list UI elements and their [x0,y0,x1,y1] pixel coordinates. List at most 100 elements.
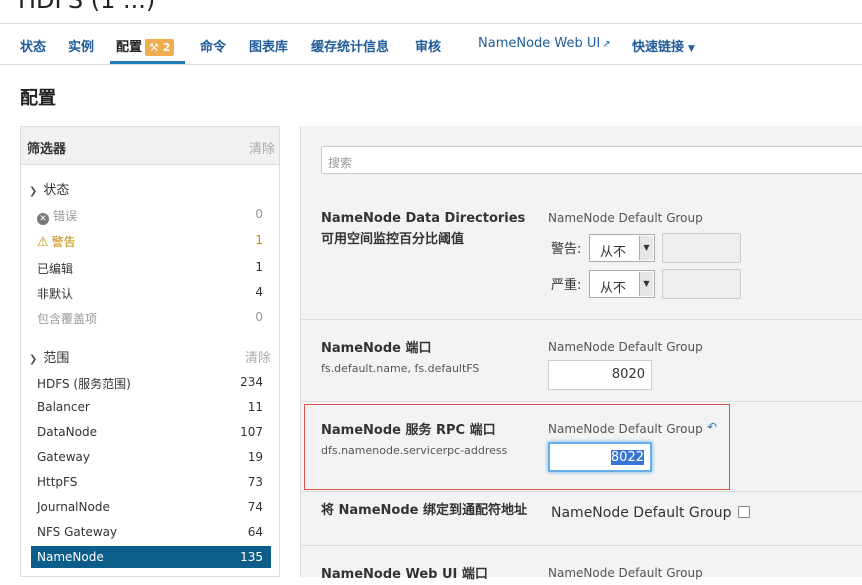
filter-label: HttpFS [37,475,78,489]
clear-filters-link[interactable]: 清除 [249,138,275,157]
config-group: NameNode Default Group [548,340,703,354]
filter-status-warning[interactable]: ⚠ 警告 1 [31,229,271,251]
tab-chart-library[interactable]: 图表库 [249,36,288,55]
config-row-bind-wildcard: 将 NameNode 绑定到通配符地址 NameNode Default Gro… [301,491,862,545]
filter-scope-namenode[interactable]: NameNode 135 [31,546,271,568]
scope-heading-label: 范围 [43,351,70,366]
tab-cache-statistics[interactable]: 缓存统计信息 [311,36,389,55]
config-name: 将 NameNode 绑定到通配符地址 [321,503,528,518]
page-title: 配置 [20,88,56,109]
filter-label: 非默认 [37,287,74,301]
filter-label: DataNode [37,425,97,439]
warning-level-select[interactable]: 从不 ▼ [589,234,655,262]
config-row-web-ui-port: NameNode Web UI 端口 NameNode Default Grou… [301,545,862,585]
clear-scope-link[interactable]: 清除 [245,347,271,366]
search-placeholder: 搜索 [328,156,353,170]
warning-icon: ⚠ [37,235,49,250]
filter-scope-gateway[interactable]: Gateway 19 [31,446,271,468]
warning-level-value: 从不 [600,245,627,260]
critical-level-select[interactable]: 从不 ▼ [589,270,655,298]
config-group: NameNode Default Group [548,211,703,225]
filter-scope-hdfs[interactable]: HDFS (服务范围) 234 [31,371,271,393]
active-tab-indicator [110,61,185,64]
config-key: fs.default.name, fs.defaultFS [321,362,480,375]
filter-scope-balancer[interactable]: Balancer 11 [31,396,271,418]
config-group: NameNode Default Group [548,566,703,580]
config-panel: 搜索 NameNode Data Directories 可用空间监控百分比阈值… [300,126,862,582]
config-group: NameNode Default Group [551,505,732,521]
tab-instances[interactable]: 实例 [68,36,94,55]
filter-scope-datanode[interactable]: DataNode 107 [31,421,271,443]
tab-status[interactable]: 状态 [20,36,46,55]
dropdown-arrow-icon: ▼ [639,272,653,296]
tab-configuration-label: 配置 [116,40,143,55]
filter-count: 74 [247,500,263,514]
filter-status-edited[interactable]: 已编辑 1 [31,256,271,278]
bind-wildcard-checkbox[interactable] [737,506,750,518]
filter-label: Balancer [37,400,90,414]
config-issues-badge: ⚒ 2 [145,39,175,56]
warning-threshold-input[interactable] [662,233,741,263]
dropdown-arrow-icon: ▼ [639,236,653,260]
scope-section-heading[interactable]: ❯ 范围 [29,347,69,366]
config-issues-count: 2 [162,41,171,54]
search-input[interactable]: 搜索 [321,146,862,174]
config-group-with-checkbox: NameNode Default Group [551,505,750,521]
filter-count: 1 [255,260,263,274]
filter-label: 错误 [53,209,78,223]
caret-down-icon: ▼ [688,44,695,54]
tab-quick-links[interactable]: 快速链接 ▼ [632,36,695,55]
tab-namenode-web-ui[interactable]: NameNode Web UI ↗ [478,36,611,51]
wrench-icon: ⚒ [149,41,159,54]
filter-count: 1 [255,233,263,247]
filter-scope-nfs-gateway[interactable]: NFS Gateway 64 [31,521,271,543]
config-name: NameNode Web UI 端口 [321,567,488,582]
filter-label: NFS Gateway [37,525,118,539]
filter-label: 已编辑 [37,262,74,276]
namenode-web-ui-label: NameNode Web UI [478,36,601,51]
filter-label: HDFS (服务范围) [37,377,131,391]
service-title: HDFS (1 ...) [18,0,156,14]
tab-commands[interactable]: 命令 [200,36,226,55]
tab-configuration[interactable]: 配置 ⚒ 2 [116,36,175,56]
filter-count: 73 [247,475,263,489]
status-heading-label: 状态 [43,183,70,198]
filter-count: 11 [247,400,263,414]
top-bar: HDFS (1 ...) [0,0,862,24]
critical-threshold-input[interactable] [662,269,741,299]
config-name: NameNode 端口 [321,341,432,356]
filter-status-non-default[interactable]: 非默认 4 [31,281,271,303]
chevron-down-icon: ❯ [29,354,38,365]
filter-count: 0 [255,310,263,324]
filter-label: NameNode [37,550,104,564]
service-nav: 状态 实例 配置 ⚒ 2 命令 图表库 缓存统计信息 审核 NameNode We… [0,25,862,65]
filter-scope-httpfs[interactable]: HttpFS 73 [31,471,271,493]
status-section-heading[interactable]: ❯ 状态 [29,179,69,198]
filter-sidebar: 筛选器 清除 ❯ 状态 ✕ 错误 0 ⚠ 警告 1 已编辑 1 非默认 4 包含覆盖项… [20,126,280,577]
critical-level-value: 从不 [600,281,627,296]
filter-label: JournalNode [37,500,110,514]
filter-count: 0 [255,207,263,221]
filter-label: 警告 [51,235,76,249]
filter-count: 64 [247,525,263,539]
tab-audits[interactable]: 审核 [415,36,441,55]
filter-header: 筛选器 清除 [21,127,279,165]
critical-level-label: 严重: [551,278,582,293]
chevron-down-icon: ❯ [29,186,38,197]
quick-links-label: 快速链接 [632,40,685,55]
filter-label: 包含覆盖项 [37,312,98,326]
config-row-disk-threshold: NameNode Data Directories 可用空间监控百分比阈值 Na… [301,196,862,314]
filter-scope-journalnode[interactable]: JournalNode 74 [31,496,271,518]
undo-icon[interactable]: ↶ [707,420,717,434]
external-link-icon: ↗ [602,39,611,50]
error-icon: ✕ [37,213,49,225]
config-name: NameNode Data Directories 可用空间监控百分比阈值 [321,211,526,247]
namenode-port-input[interactable]: 8020 [548,360,652,390]
filter-count: 4 [255,285,263,299]
filter-label: Gateway [37,450,91,464]
filter-status-error[interactable]: ✕ 错误 0 [31,203,271,225]
highlight-box [304,404,730,490]
filter-count: 19 [247,450,263,464]
filter-status-has-overrides[interactable]: 包含覆盖项 0 [31,306,271,328]
filter-count: 234 [240,375,263,389]
